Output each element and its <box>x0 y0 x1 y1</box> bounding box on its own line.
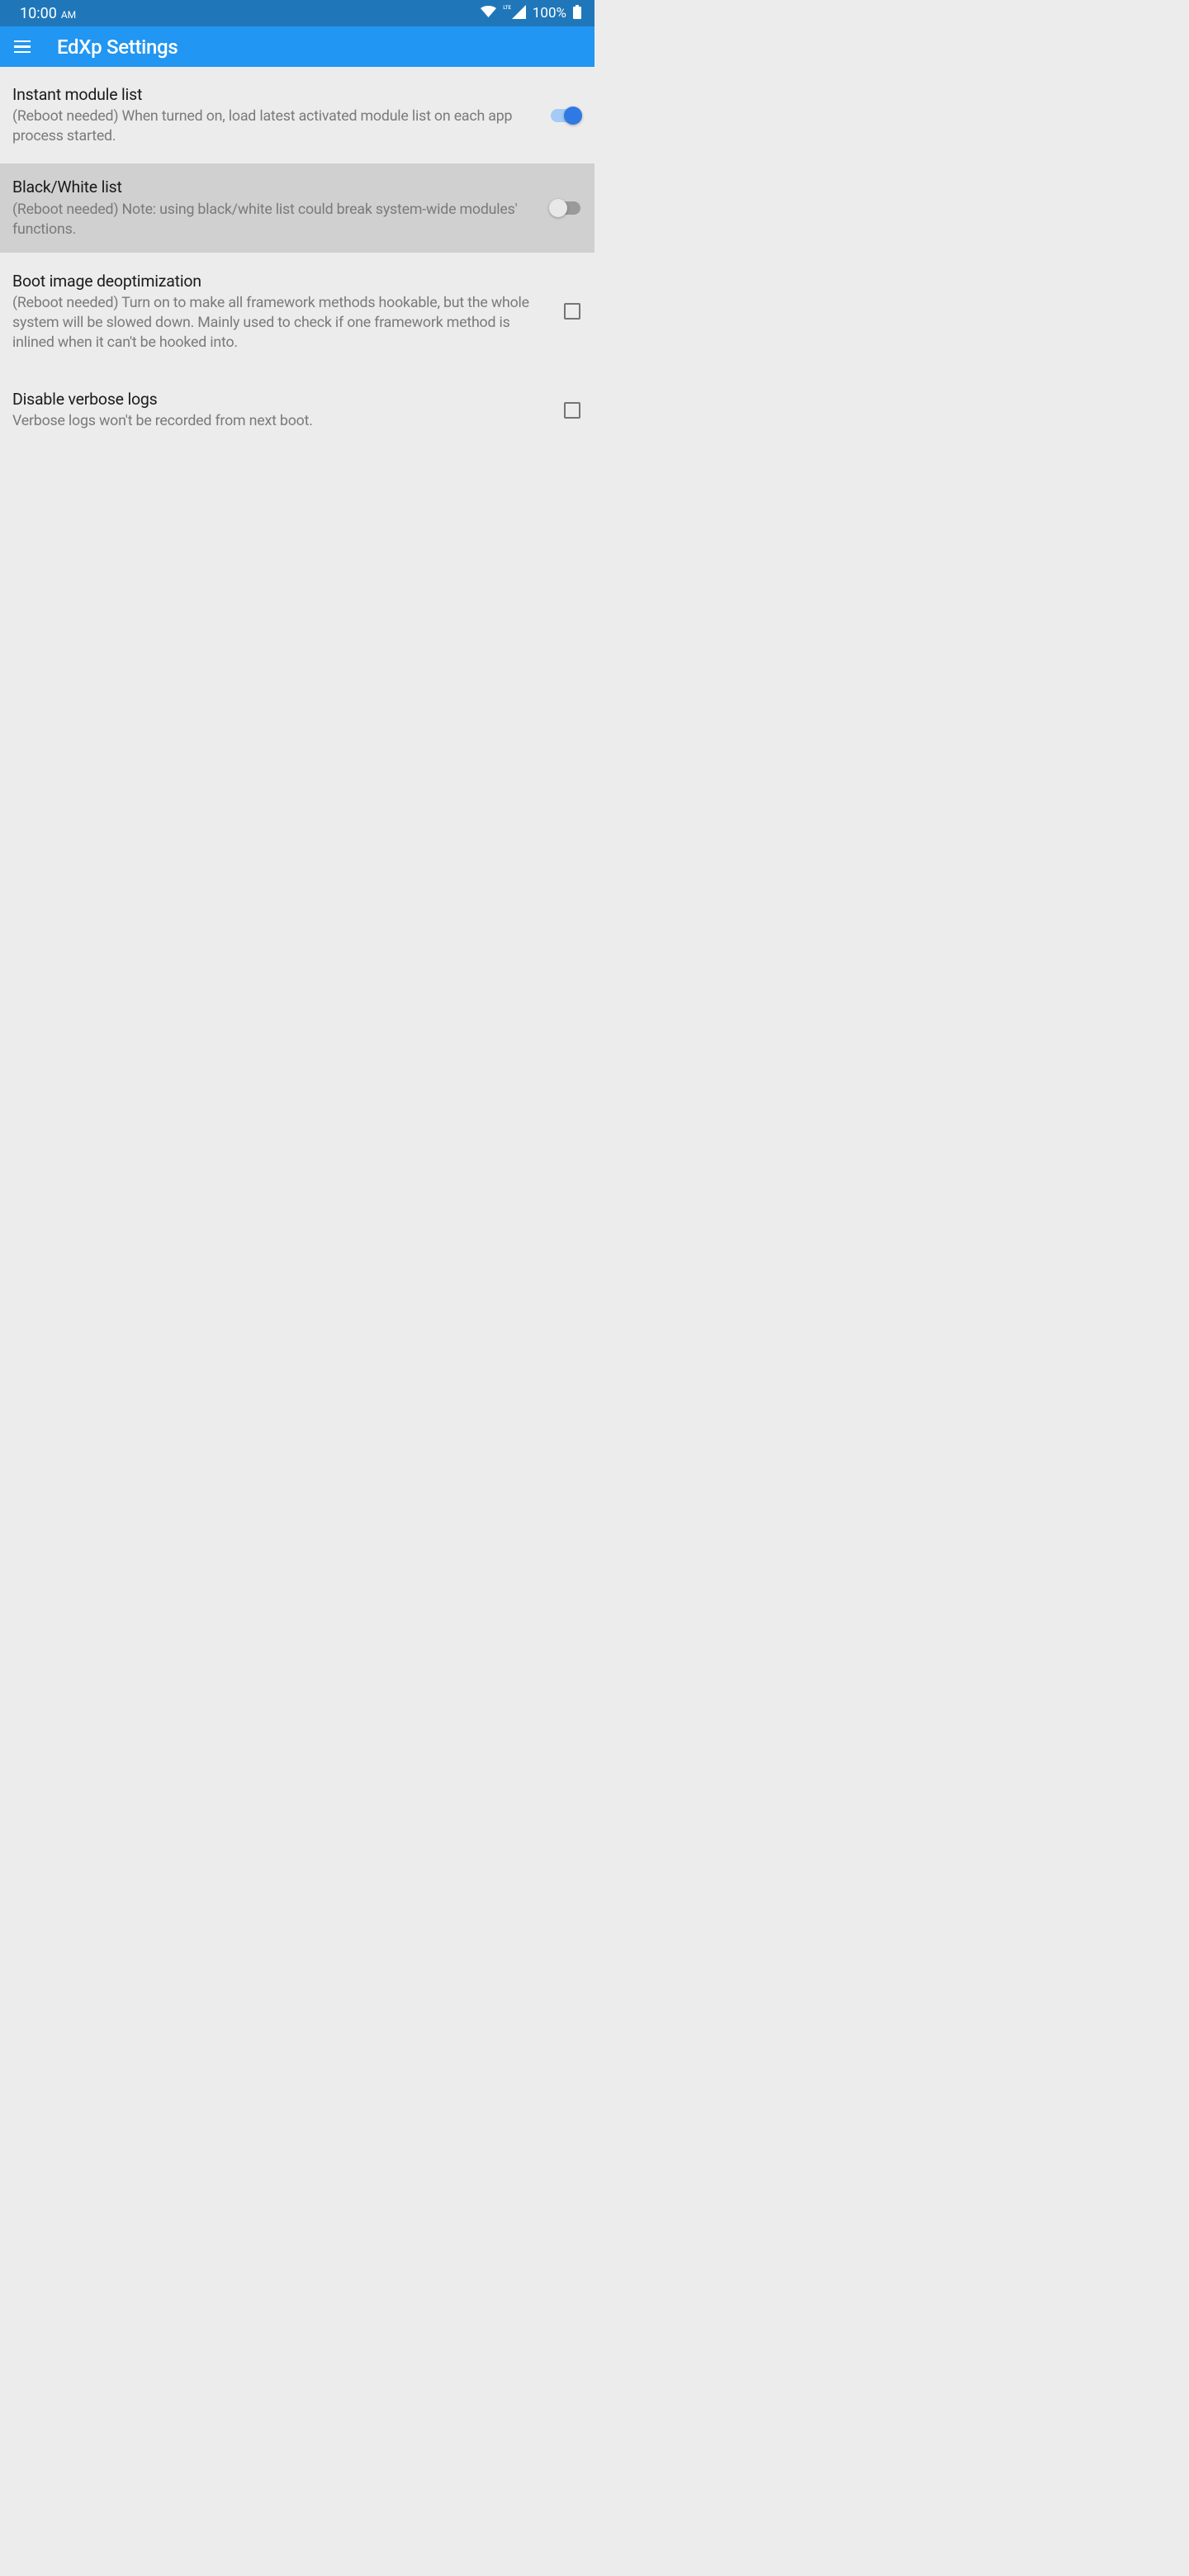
app-title: EdXp Settings <box>57 36 178 59</box>
setting-desc: Verbose logs won't be recorded from next… <box>12 411 549 431</box>
setting-boot-image-deoptimization[interactable]: Boot image deoptimization (Reboot needed… <box>0 253 594 371</box>
lte-label: LTE <box>503 5 511 11</box>
status-bar: 10:00 AM LTE 100% <box>0 0 594 26</box>
status-time-hm: 10:00 <box>20 5 57 22</box>
setting-desc: (Reboot needed) When turned on, load lat… <box>12 107 536 146</box>
checkbox-disable-verbose-logs[interactable] <box>564 402 580 419</box>
switch-instant-module-list[interactable] <box>551 109 580 122</box>
switch-black-white-list[interactable] <box>551 201 580 215</box>
setting-title: Boot image deoptimization <box>12 271 549 292</box>
setting-disable-verbose-logs[interactable]: Disable verbose logs Verbose logs won't … <box>0 371 594 444</box>
setting-instant-module-list[interactable]: Instant module list (Reboot needed) When… <box>0 67 594 163</box>
status-time-ampm: AM <box>61 9 76 21</box>
checkbox-boot-image-deoptimization[interactable] <box>564 303 580 320</box>
setting-desc: (Reboot needed) Turn on to make all fram… <box>12 293 549 353</box>
setting-title: Disable verbose logs <box>12 389 549 410</box>
setting-title: Instant module list <box>12 84 536 106</box>
battery-icon <box>573 5 581 22</box>
setting-black-white-list[interactable]: Black/White list (Reboot needed) Note: u… <box>0 163 594 252</box>
status-right: LTE 100% <box>481 5 581 22</box>
setting-title: Black/White list <box>12 177 536 198</box>
wifi-icon <box>481 6 496 21</box>
status-time: 10:00 AM <box>20 5 76 22</box>
battery-percentage: 100% <box>533 5 566 21</box>
cellular-signal-icon <box>512 5 526 22</box>
app-bar: EdXp Settings <box>0 26 594 67</box>
settings-list: Instant module list (Reboot needed) When… <box>0 67 594 444</box>
setting-desc: (Reboot needed) Note: using black/white … <box>12 200 536 239</box>
menu-icon[interactable] <box>14 40 31 53</box>
